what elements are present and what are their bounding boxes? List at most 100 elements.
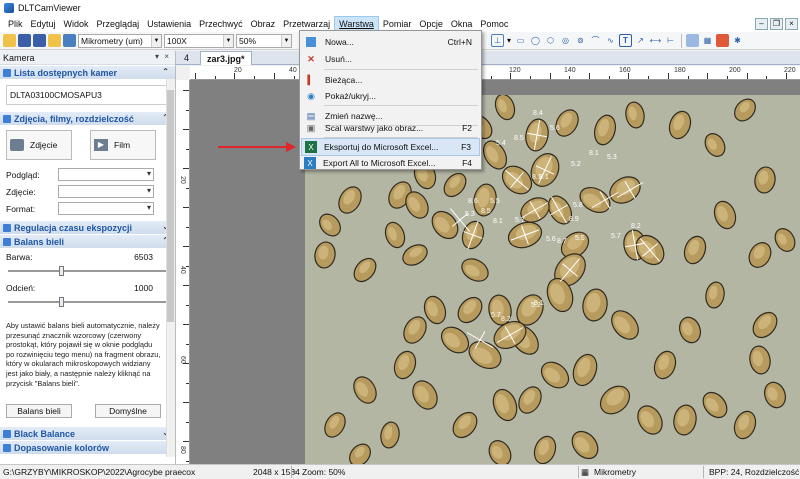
ruler-tool-icon[interactable]: ⊢ [664, 34, 677, 47]
panel-close-icon[interactable]: × [164, 52, 169, 61]
objective-select[interactable]: 100X ▼ [164, 33, 234, 48]
image-canvas[interactable]: 8.4 5.6 5.4 8.5 8.1 5.2 8.1 5.3 8.1 5.8 8.6 5.5 5.3 8… [190, 80, 800, 464]
menu-separator [324, 69, 478, 70]
mdi-minimize-icon[interactable]: – [755, 18, 768, 30]
ruler-tick [648, 76, 650, 79]
unit-select[interactable]: Mikrometry (um) ▼ [78, 33, 162, 48]
ruler-tick [726, 76, 728, 79]
measurement-label: 5.3 [607, 154, 617, 161]
ruler-tick [608, 76, 610, 79]
menu-item-export-all-excel-shortcut: F4 [462, 158, 472, 168]
menu-ustawienia[interactable]: Ustawienia [143, 16, 195, 32]
menu-item-pokaz-ukryj[interactable]: ◉ Pokaż/ukryj... [301, 87, 480, 105]
section-black-balance[interactable]: Black Balance ⌄ [0, 426, 175, 440]
preview-select[interactable] [58, 168, 154, 181]
ruler-top-label: 40 [289, 67, 297, 74]
ruler-tick [186, 148, 189, 150]
black-balance-icon [3, 429, 11, 438]
ruler-tick [293, 76, 295, 79]
status-zoom: Zoom: 50% [302, 467, 346, 477]
ruler-top-label: 140 [564, 67, 576, 74]
section-capture[interactable]: Zdjęcia, filmy, rozdzielczość ⌃ [0, 111, 175, 125]
format-select[interactable] [58, 202, 154, 215]
open-icon[interactable] [48, 34, 61, 47]
menu-item-nowa[interactable]: Nowa... Ctrl+N [301, 33, 480, 51]
camera-list-item[interactable]: DLTA03100CMOSAPU3 [6, 85, 169, 105]
ruler-tick [183, 129, 189, 130]
export-icon[interactable] [63, 34, 76, 47]
open-folder-icon[interactable] [3, 34, 16, 47]
status-info: BPP: 24, Rozdzielczość: 1 [709, 467, 800, 477]
section-color-adjust[interactable]: Dopasowanie kolorów [0, 440, 175, 454]
measurement-label: 8.1 [589, 150, 599, 157]
white-balance-button[interactable]: Balans bieli [6, 404, 72, 418]
measurement-label: 8.6 [468, 198, 478, 205]
ruler-tick [183, 207, 189, 208]
grid-tool-icon[interactable]: ▦ [701, 34, 714, 47]
text-tool-icon[interactable]: T [619, 34, 632, 47]
ruler-top: 20406080100120140160180200220 [190, 66, 800, 80]
section-exposure[interactable]: Regulacja czasu ekspozycji ⌄ [0, 220, 175, 234]
color-tool-icon[interactable] [716, 34, 729, 47]
ruler-tick [183, 168, 189, 169]
red-arrow-annotation [218, 142, 296, 152]
menu-separator [324, 105, 478, 106]
section-capture-title: Zdjęcia, filmy, rozdzielczość [14, 113, 134, 124]
chevron-down-icon: ▼ [281, 34, 291, 47]
tab-index[interactable]: 4 [178, 51, 195, 65]
menu-przegladaj[interactable]: Przeglądaj [93, 16, 144, 32]
section-camera-list[interactable]: Lista dostępnych kamer ⌃ [0, 65, 175, 79]
layer-tool-icon[interactable] [686, 34, 699, 47]
menu-item-usun[interactable]: ✕ Usuń... [301, 50, 480, 68]
menu-przechwyc[interactable]: Przechwyć [195, 16, 247, 32]
mdi-restore-icon[interactable]: ❐ [770, 18, 783, 30]
angle-tool-icon[interactable]: ⊥ [491, 34, 504, 47]
measurement-label: 8.2 [631, 223, 641, 230]
menu-item-scal[interactable]: ▣ Scal warstwy jako obraz... F2 [301, 119, 480, 137]
dropdown-arrow-icon[interactable]: ▾ [506, 34, 512, 47]
save-icon[interactable] [18, 34, 31, 47]
tint-slider[interactable] [8, 297, 167, 307]
ruler-left-label: 40 [179, 266, 186, 274]
menu-plik[interactable]: Plik [4, 16, 27, 32]
film-button[interactable]: ▶ Film [90, 130, 156, 160]
curve-tool-icon[interactable]: ∿ [604, 34, 617, 47]
panel-pin-icon[interactable]: ▾ [155, 52, 159, 61]
arc-tool-icon[interactable]: ⌒ [589, 34, 602, 47]
hue-slider-thumb[interactable] [59, 266, 65, 276]
collapse-icon[interactable]: ⌃ [162, 67, 169, 76]
menu-edytuj[interactable]: Edytuj [27, 16, 60, 32]
menu-item-export-all-excel[interactable]: X Export All to Microsoft Excel... F4 [301, 154, 480, 172]
status-separator [578, 466, 579, 478]
tint-slider-thumb[interactable] [59, 297, 65, 307]
polygon-tool-icon[interactable]: ⬡ [544, 34, 557, 47]
default-button[interactable]: Domyślne [95, 404, 161, 418]
concentric-tool-icon[interactable]: ⊚ [574, 34, 587, 47]
zoom-select[interactable]: 50% ▼ [236, 33, 292, 48]
photo-button[interactable]: Zdjęcie [6, 130, 72, 160]
ellipse-tool-icon[interactable]: ◯ [529, 34, 542, 47]
tab-zar3[interactable]: zar3.jpg* [200, 51, 252, 65]
left-panel-scroll-thumb[interactable] [167, 90, 174, 322]
status-separator [291, 466, 292, 478]
mdi-close-icon[interactable]: × [785, 18, 798, 30]
menu-widok[interactable]: Widok [60, 16, 93, 32]
hue-slider[interactable] [8, 266, 167, 276]
ruler-tick [186, 304, 189, 306]
section-white-balance[interactable]: Balans bieli ⌃ [0, 234, 175, 248]
new-layer-icon [306, 37, 316, 47]
measurement-label: 8.2 [501, 316, 511, 323]
scale-tool-icon[interactable]: ⟷ [649, 34, 662, 47]
status-path: G:\GRZYBY\MIKROSKOP\2022\Agrocybe praeco… [3, 467, 196, 477]
rectangle-tool-icon[interactable]: ▭ [514, 34, 527, 47]
save-as-icon[interactable] [33, 34, 46, 47]
circle-tool-icon[interactable]: ◎ [559, 34, 572, 47]
preview-label: Podgląd: [6, 169, 40, 180]
menu-obraz[interactable]: Obraz [247, 16, 280, 32]
arrow-tool-icon[interactable]: ↗ [634, 34, 647, 47]
measurement-label: 8.7 [557, 238, 567, 245]
settings-tool-icon[interactable]: ✱ [731, 34, 744, 47]
photo-res-select[interactable] [58, 185, 154, 198]
measurement-label: 8.1 [532, 174, 542, 181]
ruler-tick [707, 73, 709, 79]
